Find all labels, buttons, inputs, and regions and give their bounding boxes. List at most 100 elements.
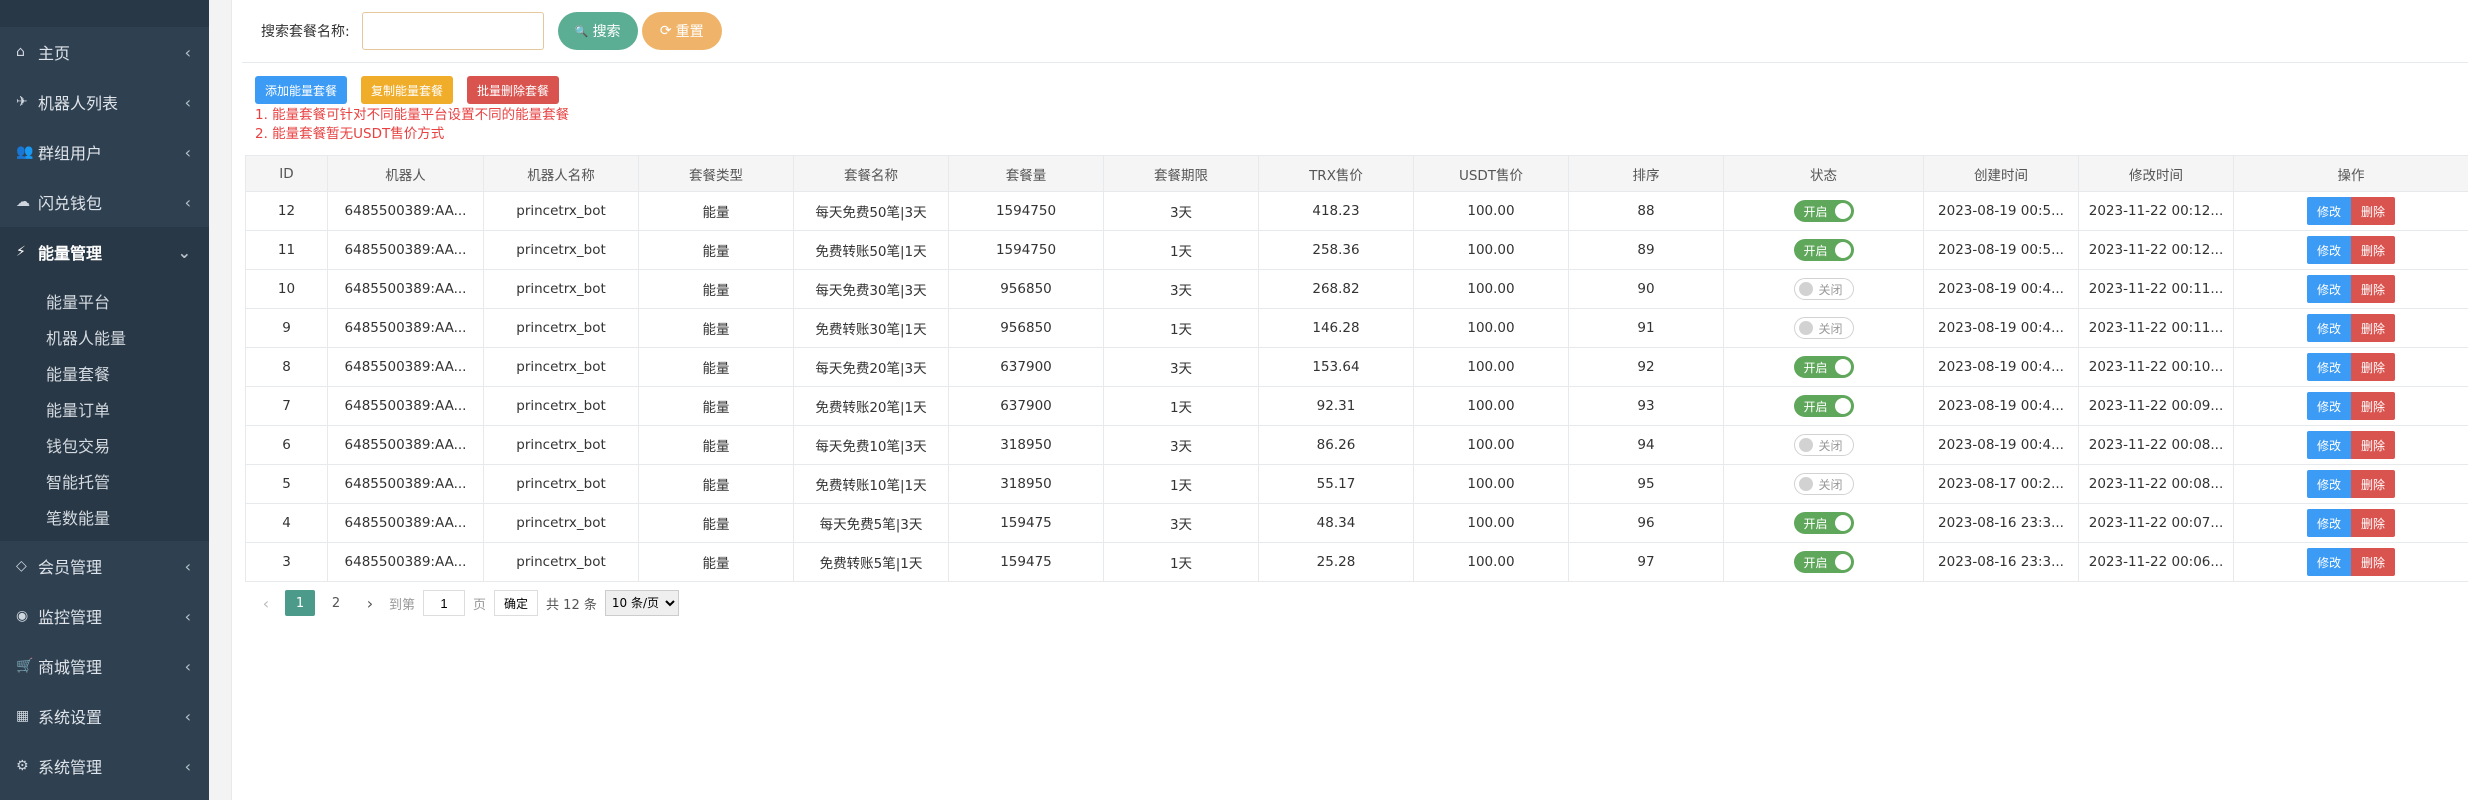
cell-status: 开启 xyxy=(1723,386,1924,426)
column-header: 套餐量 xyxy=(948,155,1104,192)
edit-button[interactable]: 修改 xyxy=(2307,392,2351,420)
edit-button[interactable]: 修改 xyxy=(2307,470,2351,498)
add-package-button[interactable]: 添加能量套餐 xyxy=(255,76,347,104)
search-button[interactable]: 🔍 搜索 xyxy=(557,12,638,50)
page-size-select[interactable]: 10 条/页 xyxy=(604,590,679,616)
sidebar-item-windows[interactable]: ▦ 系统设置 ‹ xyxy=(0,691,209,741)
sidebar-item-gear[interactable]: ⚙ 系统管理 ‹ xyxy=(0,741,209,791)
table-row: 6 6485500389:AA... princetrx_bot 能量 每天免费10笔|… xyxy=(245,425,2468,465)
delete-button[interactable]: 删除 xyxy=(2351,431,2395,459)
delete-button[interactable]: 删除 xyxy=(2351,470,2395,498)
cell-type: 能量 xyxy=(638,191,794,231)
delete-button[interactable]: 删除 xyxy=(2351,197,2395,225)
cell-id: 5 xyxy=(245,464,328,504)
edit-button[interactable]: 修改 xyxy=(2307,275,2351,303)
chevron-left-icon: ‹ xyxy=(184,656,191,676)
cell-period: 1天 xyxy=(1103,230,1259,270)
goto-confirm-button[interactable]: 确定 xyxy=(494,590,539,616)
status-toggle[interactable]: 开启 xyxy=(1793,356,1854,378)
submenu-item[interactable]: 机器人能量 xyxy=(0,319,209,355)
cell-modified: 2023-11-22 00:08... xyxy=(2078,425,2234,465)
chevron-left-icon: ‹ xyxy=(184,142,191,162)
prev-page-icon[interactable]: ‹ xyxy=(255,594,277,613)
sidebar-item-cloud[interactable]: ☁ 闪兑钱包 ‹ xyxy=(0,177,209,227)
delete-button[interactable]: 删除 xyxy=(2351,392,2395,420)
goto-page-input[interactable] xyxy=(423,590,466,616)
edit-button[interactable]: 修改 xyxy=(2307,431,2351,459)
cell-created: 2023-08-19 00:5... xyxy=(1923,191,2079,231)
delete-button[interactable]: 删除 xyxy=(2351,353,2395,381)
cell-actions: 修改 删除 xyxy=(2233,191,2468,231)
batch-delete-button[interactable]: 批量删除套餐 xyxy=(467,76,559,104)
submenu-item[interactable]: 钱包交易 xyxy=(0,427,209,463)
page-number[interactable]: 2 xyxy=(321,590,351,616)
cell-name: 免费转账30笔|1天 xyxy=(793,308,949,348)
sidebar-item-label: 能量管理 xyxy=(38,244,103,263)
status-toggle[interactable]: 关闭 xyxy=(1793,473,1854,495)
submenu-item[interactable]: 笔数能量 xyxy=(0,499,209,535)
status-toggle[interactable]: 关闭 xyxy=(1793,317,1854,339)
delete-button[interactable]: 删除 xyxy=(2351,509,2395,537)
submenu-energy: 能量平台 机器人能量 能量套餐 能量订单 钱包交易 智能托管 笔数能量 xyxy=(0,277,209,541)
next-page-icon[interactable]: › xyxy=(359,594,381,613)
cell-actions: 修改 删除 xyxy=(2233,464,2468,504)
cell-actions: 修改 删除 xyxy=(2233,347,2468,387)
status-toggle[interactable]: 开启 xyxy=(1793,512,1854,534)
sidebar-item-plane[interactable]: ✈ 机器人列表 ‹ xyxy=(0,77,209,127)
status-toggle[interactable]: 开启 xyxy=(1793,239,1854,261)
cell-id: 8 xyxy=(245,347,328,387)
cell-created: 2023-08-19 00:4... xyxy=(1923,425,2079,465)
cell-trx: 86.26 xyxy=(1258,425,1414,465)
submenu-item[interactable]: 能量套餐 xyxy=(0,355,209,391)
edit-button[interactable]: 修改 xyxy=(2307,236,2351,264)
sidebar-item-monitor[interactable]: ◉ 监控管理 ‹ xyxy=(0,591,209,641)
table-row: 10 6485500389:AA... princetrx_bot 能量 每天免费30笔… xyxy=(245,269,2468,309)
status-toggle[interactable]: 关闭 xyxy=(1793,278,1854,300)
cell-created: 2023-08-19 00:4... xyxy=(1923,347,2079,387)
reset-button[interactable]: ⟳ 重置 xyxy=(641,12,722,50)
status-toggle-label: 关闭 xyxy=(1818,282,1843,297)
status-toggle[interactable]: 开启 xyxy=(1793,200,1854,222)
delete-button[interactable]: 删除 xyxy=(2351,314,2395,342)
cell-amount: 318950 xyxy=(948,464,1104,504)
sidebar-item-diamond[interactable]: ◇ 会员管理 ‹ xyxy=(0,541,209,591)
edit-button[interactable]: 修改 xyxy=(2307,548,2351,576)
cell-usdt: 100.00 xyxy=(1413,425,1569,465)
submenu-item[interactable]: 智能托管 xyxy=(0,463,209,499)
submenu-item[interactable]: 能量平台 xyxy=(0,283,209,319)
sidebar-item-cart[interactable]: 🛒 商城管理 ‹ xyxy=(0,641,209,691)
status-toggle[interactable]: 开启 xyxy=(1793,395,1854,417)
cell-sort: 93 xyxy=(1568,386,1724,426)
edit-button[interactable]: 修改 xyxy=(2307,509,2351,537)
cell-status: 开启 xyxy=(1723,230,1924,270)
status-toggle[interactable]: 开启 xyxy=(1793,551,1854,573)
cell-actions: 修改 删除 xyxy=(2233,503,2468,543)
sidebar-item-users[interactable]: 👥 群组用户 ‹ xyxy=(0,127,209,177)
status-toggle[interactable]: 关闭 xyxy=(1793,434,1854,456)
diamond-icon: ◇ xyxy=(16,558,27,574)
delete-button[interactable]: 删除 xyxy=(2351,548,2395,576)
sidebar-item-home[interactable]: ⌂ 主页 ‹ xyxy=(0,27,209,77)
search-input[interactable] xyxy=(361,12,544,50)
submenu-item[interactable]: 能量订单 xyxy=(0,391,209,427)
edit-button[interactable]: 修改 xyxy=(2307,353,2351,381)
page-number[interactable]: 1 xyxy=(285,590,315,616)
cell-usdt: 100.00 xyxy=(1413,464,1569,504)
cart-icon: 🛒 xyxy=(16,658,34,674)
cell-usdt: 100.00 xyxy=(1413,269,1569,309)
cell-period: 3天 xyxy=(1103,425,1259,465)
sidebar-item-bolt[interactable]: ⚡ 能量管理 ⌄ xyxy=(0,227,209,277)
edit-button[interactable]: 修改 xyxy=(2307,314,2351,342)
chevron-left-icon: ‹ xyxy=(184,606,191,626)
cell-type: 能量 xyxy=(638,425,794,465)
edit-button[interactable]: 修改 xyxy=(2307,197,2351,225)
sidebar-item-label: 监控管理 xyxy=(38,608,103,627)
cell-modified: 2023-11-22 00:12... xyxy=(2078,230,2234,270)
table-body: 12 6485500389:AA... princetrx_bot 能量 每天免费50笔… xyxy=(245,191,2468,582)
column-header: 排序 xyxy=(1568,155,1724,192)
delete-button[interactable]: 删除 xyxy=(2351,275,2395,303)
column-header: 套餐名称 xyxy=(793,155,949,192)
delete-button[interactable]: 删除 xyxy=(2351,236,2395,264)
cell-name: 每天免费10笔|3天 xyxy=(793,425,949,465)
copy-package-button[interactable]: 复制能量套餐 xyxy=(361,76,453,104)
